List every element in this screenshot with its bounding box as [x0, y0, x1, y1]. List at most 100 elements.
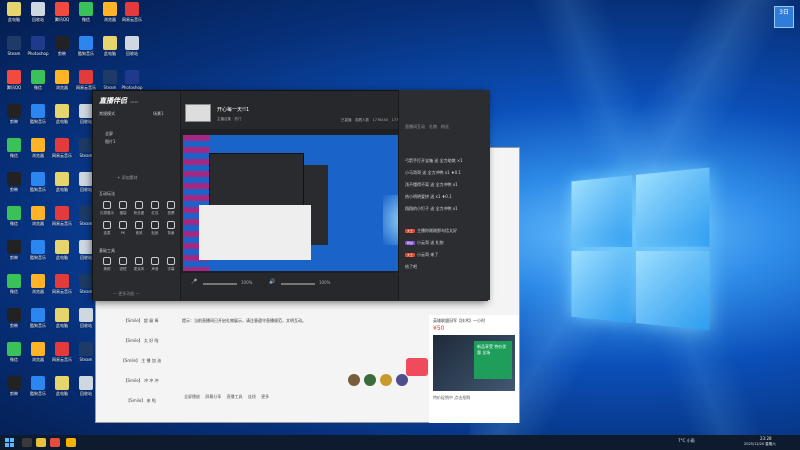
app-icon	[7, 308, 21, 322]
tool-live[interactable]: 直播工具	[227, 394, 243, 399]
mic-icon[interactable]: 🎤	[191, 279, 197, 285]
desktop-icon[interactable]: 浏览器	[26, 138, 50, 168]
more-functions[interactable]: — 更多功能 —	[113, 291, 140, 297]
desktop-icon[interactable]: 此电脑	[50, 240, 74, 270]
clock-date[interactable]: 2025/12/20 星期六	[744, 442, 776, 447]
function-tile[interactable]: 音效	[131, 221, 147, 236]
cover-thumbnail[interactable]	[185, 104, 211, 122]
desktop-icon[interactable]: 浏览器	[26, 342, 50, 372]
mic-slider[interactable]	[203, 283, 237, 285]
tool-connect[interactable]: 连线	[248, 394, 256, 399]
app-icon	[31, 376, 45, 390]
live-companion-taskbar-icon[interactable]	[66, 438, 76, 447]
desktop-icon[interactable]: 网易云音乐	[50, 342, 74, 372]
desktop-icon[interactable]: 腾讯QQ	[2, 70, 26, 100]
tool-more[interactable]: 更多	[261, 394, 269, 399]
desktop-icon[interactable]: 腾讯QQ	[50, 2, 74, 32]
app-icon[interactable]	[50, 438, 60, 447]
function-tile[interactable]: 福袋	[115, 201, 131, 216]
avatar[interactable]	[348, 374, 360, 386]
function-tile[interactable]: 麦克风	[131, 257, 147, 272]
speaker-slider[interactable]	[281, 283, 315, 285]
desktop-icon[interactable]: 酷狗音乐	[26, 240, 50, 270]
desktop-icon[interactable]: 酷狗音乐	[74, 36, 98, 66]
file-explorer-icon[interactable]	[36, 438, 46, 447]
desktop-icon[interactable]: Steam	[2, 36, 26, 66]
desktop-icon[interactable]: 此电脑	[50, 376, 74, 406]
desktop-icon[interactable]: 微信	[26, 70, 50, 100]
function-tile[interactable]: 滤镜	[115, 257, 131, 272]
function-tile[interactable]: 投票	[163, 201, 179, 216]
tag: 热门	[234, 117, 242, 121]
speaker-icon[interactable]: 🔊	[269, 279, 275, 285]
tool-screenshare[interactable]: 屏幕分享	[205, 394, 221, 399]
function-tile[interactable]: 声音	[147, 257, 163, 272]
tab-gift[interactable]: 礼物	[429, 124, 437, 129]
function-tile[interactable]: 背景	[163, 221, 179, 236]
desktop-icon[interactable]: 此电脑	[50, 172, 74, 202]
search-icon[interactable]	[22, 438, 32, 447]
desktop-icon[interactable]: 微信	[2, 138, 26, 168]
app-icon	[55, 2, 69, 16]
desktop-icon[interactable]: 酷狗音乐	[26, 172, 50, 202]
function-tile[interactable]: 贴纸	[147, 221, 163, 236]
desktop-icon[interactable]: 酷狗音乐	[26, 308, 50, 338]
desktop-icon[interactable]: 网易云音乐	[50, 206, 74, 236]
desktop-icon[interactable]: 网易云音乐	[120, 2, 144, 32]
clock-time[interactable]: 23:28	[760, 436, 772, 441]
avatar[interactable]	[396, 374, 408, 386]
scene-mode-select[interactable]: 常规模式	[99, 111, 115, 117]
desktop-icon[interactable]: 微信	[2, 206, 26, 236]
tab-fans[interactable]: 粉丝	[441, 124, 449, 129]
desktop-icon[interactable]: 网易云音乐	[50, 274, 74, 304]
desktop-icon[interactable]: 网易云音乐	[50, 138, 74, 168]
tab-interaction[interactable]: 直播间互动	[405, 124, 425, 129]
avatar[interactable]	[380, 374, 392, 386]
desktop-icon[interactable]: 剪映	[2, 104, 26, 134]
desktop-icon[interactable]: 剪映	[2, 376, 26, 406]
weather[interactable]: 7°C 小雨	[678, 438, 695, 444]
start-button[interactable]	[5, 438, 14, 447]
product-image[interactable]: 新品享受 特价优惠 全场	[433, 335, 515, 391]
desktop-icon-label: 浏览器	[56, 85, 68, 90]
desktop-icon[interactable]: 微信	[2, 274, 26, 304]
desktop-icon[interactable]: 此电脑	[98, 36, 122, 66]
tool-fullscreen[interactable]: 全屏播放	[184, 394, 200, 399]
desktop-icon[interactable]: 回收站	[120, 36, 144, 66]
desktop-icon[interactable]: 剪映	[50, 36, 74, 66]
function-tile[interactable]: 红包	[147, 201, 163, 216]
desktop-icon[interactable]: 浏览器	[50, 70, 74, 100]
desktop-icon[interactable]: 回收站	[26, 2, 50, 32]
gift-icon[interactable]	[406, 358, 428, 376]
chat-message: 翔翔的小钉子 送 全力冲鸭 x1	[405, 206, 458, 211]
function-tile[interactable]: 连麦	[99, 221, 115, 236]
desktop-icon[interactable]: 剪映	[2, 308, 26, 338]
desktop-icon[interactable]: 微信	[2, 342, 26, 372]
desktop-icon[interactable]: 浏览器	[26, 274, 50, 304]
stream-title[interactable]: 开心每一天!!1	[217, 106, 249, 113]
source-item[interactable]: 图片1	[105, 139, 116, 145]
function-tile[interactable]: 礼物展示	[99, 201, 115, 216]
desktop-icon[interactable]: 此电脑	[50, 104, 74, 134]
app-icon	[31, 70, 45, 84]
desktop-icon[interactable]: 酷狗音乐	[26, 376, 50, 406]
source-item[interactable]: 全屏	[105, 131, 113, 137]
product-link[interactable]: 特价促销中 点击抢购	[433, 395, 470, 401]
scene-label[interactable]: 场景1	[153, 111, 164, 117]
function-tile[interactable]: 美颜	[99, 257, 115, 272]
desktop-icon[interactable]: 此电脑	[50, 308, 74, 338]
function-tile[interactable]: 字幕	[163, 257, 179, 272]
avatar[interactable]	[364, 374, 376, 386]
function-tile[interactable]: PK	[115, 221, 131, 235]
desktop-icon[interactable]: 此电脑	[2, 2, 26, 32]
desktop-icon[interactable]: 剪映	[2, 172, 26, 202]
desktop-icon[interactable]: Photoshop	[26, 36, 50, 66]
desktop-icon[interactable]: 浏览器	[98, 2, 122, 32]
desktop-icon[interactable]: 微信	[74, 2, 98, 32]
desktop-icon[interactable]: 浏览器	[26, 206, 50, 236]
desktop-icon[interactable]: 剪映	[2, 240, 26, 270]
function-tile[interactable]: 粉丝团	[131, 201, 147, 216]
add-source-button[interactable]: + 添加素材	[117, 175, 138, 181]
desktop-icon[interactable]: 酷狗音乐	[26, 104, 50, 134]
tile-icon	[103, 201, 111, 209]
